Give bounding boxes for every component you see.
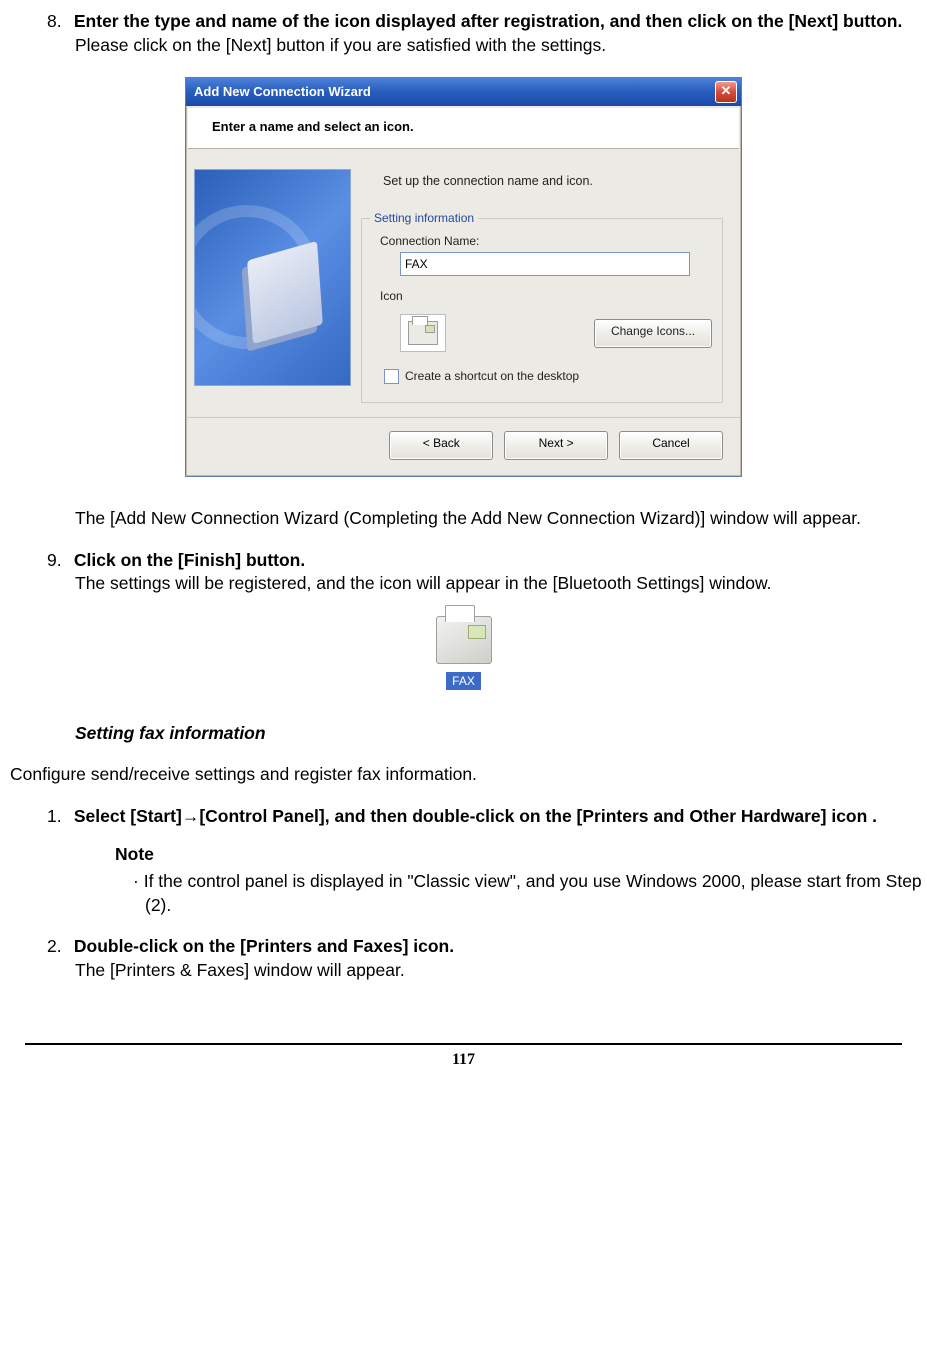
step8-desc: Please click on the [Next] button if you…: [75, 35, 606, 55]
intro-text: Configure send/receive settings and regi…: [10, 764, 477, 784]
change-icons-button[interactable]: Change Icons...: [594, 319, 712, 348]
step2-desc: The [Printers & Faxes] window will appea…: [75, 960, 405, 980]
step-number: 8.: [47, 10, 69, 34]
wizard-graphic: [194, 169, 351, 386]
page-number: 117: [5, 1049, 922, 1071]
wizard-instruction: Set up the connection name and icon.: [383, 173, 723, 190]
step8-title: Enter the type and name of the icon disp…: [74, 11, 902, 31]
group-legend: Setting information: [370, 210, 478, 226]
shortcut-checkbox[interactable]: [384, 369, 399, 384]
step2-title: Double-click on the [Printers and Faxes]…: [74, 936, 454, 956]
icon-label: Icon: [380, 288, 712, 304]
next-button[interactable]: Next >: [504, 431, 608, 460]
fax-desktop-icon: FAX: [436, 616, 492, 692]
step9-title: Click on the [Finish] button.: [74, 550, 305, 570]
fax-icon: [436, 616, 492, 664]
step-number: 9.: [47, 549, 69, 573]
wizard-title: Add New Connection Wizard: [194, 83, 371, 101]
step-number: 2.: [47, 935, 69, 959]
setting-information-group: Setting information Connection Name: Ico…: [361, 218, 723, 404]
back-button[interactable]: < Back: [389, 431, 493, 460]
step1-title: Select [Start]→[Control Panel], and then…: [74, 806, 877, 826]
wizard-footer: < Back Next > Cancel: [186, 417, 741, 476]
step9-desc: The settings will be registered, and the…: [75, 573, 772, 593]
note-body: · If the control panel is displayed in "…: [133, 870, 922, 917]
footer-rule: [25, 1043, 902, 1045]
wizard-header: Enter a name and select an icon.: [188, 108, 739, 149]
connection-name-label: Connection Name:: [380, 233, 712, 249]
shortcut-label: Create a shortcut on the desktop: [405, 368, 579, 384]
cancel-button[interactable]: Cancel: [619, 431, 723, 460]
wizard-titlebar: Add New Connection Wizard ✕: [186, 78, 741, 106]
note-header: Note: [115, 843, 922, 867]
subheading: Setting fax information: [75, 723, 266, 743]
step-number: 1.: [47, 805, 69, 829]
fax-icon-label: FAX: [446, 672, 481, 690]
fax-icon: [400, 314, 446, 352]
close-icon[interactable]: ✕: [715, 81, 737, 103]
wizard-window: Add New Connection Wizard ✕ Enter a name…: [185, 77, 742, 477]
connection-name-input[interactable]: [400, 252, 690, 276]
step8-after: The [Add New Connection Wizard (Completi…: [75, 508, 861, 528]
